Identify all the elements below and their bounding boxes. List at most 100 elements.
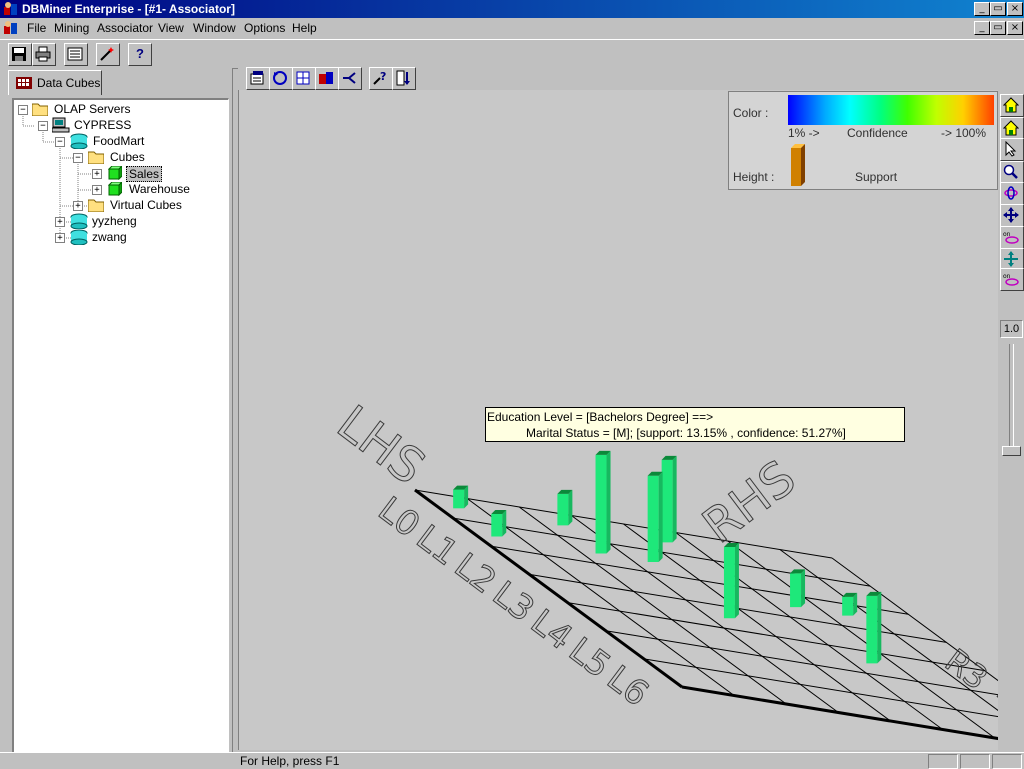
menu-help[interactable]: Help [292, 21, 317, 35]
properties-icon [67, 47, 83, 61]
menu-options[interactable]: Options [244, 21, 285, 35]
expand-toggle[interactable]: + [92, 185, 102, 195]
sort-button[interactable] [392, 67, 416, 90]
expand-toggle[interactable]: + [92, 169, 102, 179]
status-pane [928, 754, 958, 769]
expand-toggle[interactable]: + [55, 233, 65, 243]
bar-front-face [842, 596, 854, 616]
grid-button[interactable] [292, 67, 316, 90]
collapse-toggle[interactable]: − [18, 105, 28, 115]
support-bar-icon [791, 144, 805, 186]
close-button[interactable]: × [1007, 2, 1023, 16]
print-icon [35, 46, 51, 62]
bar-side-face [502, 509, 507, 537]
folder-icon [88, 199, 104, 212]
grid-icon [296, 71, 310, 85]
menu-mining[interactable]: Mining [54, 21, 89, 35]
rotate-xy-button[interactable] [1000, 182, 1024, 205]
folder-icon [88, 151, 104, 164]
legend-panel: Color : 1% -> Confidence -> 100% Height … [728, 91, 998, 190]
restore-button[interactable]: ▭ [990, 2, 1006, 16]
rotate-xy-icon [1004, 186, 1018, 200]
title-bar[interactable]: DBMiner Enterprise - [#1- Associator] _ … [0, 0, 1024, 18]
collapse-toggle[interactable]: − [55, 137, 65, 147]
home-alt-button[interactable] [1000, 117, 1024, 140]
bar-side-face [568, 489, 573, 526]
home-alt-icon [1003, 120, 1019, 136]
grid-line [681, 686, 1024, 744]
legend-height-label: Height : [733, 170, 775, 184]
cubes-button[interactable] [315, 67, 339, 90]
zoom-slider-thumb[interactable] [1002, 446, 1021, 456]
zoom-slider-track[interactable] [1009, 344, 1014, 452]
rule-tooltip: Education Level = [Bachelors Degree] ==>… [485, 407, 905, 442]
tab-label: Data Cubes [37, 76, 101, 90]
move-button[interactable] [1000, 204, 1024, 227]
bar-side-face [658, 471, 663, 562]
app-icon [4, 2, 17, 15]
print-button[interactable] [32, 43, 56, 66]
save-button[interactable] [8, 43, 32, 66]
bar-side-face [877, 591, 882, 664]
lhs-axis-label: LHS [327, 395, 435, 496]
grid-line [623, 523, 891, 722]
bar-front-face [557, 493, 569, 526]
bar-side-face [734, 543, 739, 619]
doc-minimize-button[interactable]: _ [974, 21, 990, 35]
branch-button[interactable] [338, 67, 362, 90]
menu-bar: File Mining Associator View Window Optio… [0, 18, 1024, 38]
view-toolbar: ? [238, 66, 1024, 91]
toggle-on-button[interactable]: on [1000, 226, 1024, 249]
legend-range-title: Confidence [847, 126, 908, 140]
main-toolbar: ? [0, 39, 1024, 69]
move-alt-icon [1004, 251, 1018, 267]
menu-window[interactable]: Window [193, 21, 236, 35]
status-pane [960, 754, 990, 769]
pointer-button[interactable] [1000, 138, 1024, 161]
status-pane [992, 754, 1022, 769]
save-icon [12, 47, 26, 61]
minimize-button[interactable]: _ [974, 2, 990, 16]
menu-file[interactable]: File [27, 21, 46, 35]
doc-restore-button[interactable]: ▭ [990, 21, 1006, 35]
right-toolbar: on on 1.0 [998, 90, 1024, 750]
expand-toggle[interactable]: + [73, 201, 83, 211]
bar-side-face [801, 569, 806, 608]
toggle-off-button[interactable]: on [1000, 268, 1024, 291]
database-icon [70, 229, 88, 245]
lhs-axis-line [414, 488, 683, 689]
help-button[interactable]: ? [128, 43, 152, 66]
document-icon[interactable] [3, 20, 19, 36]
toggle-on-icon: on [1003, 231, 1019, 244]
properties-button[interactable] [64, 43, 88, 66]
computer-icon [52, 117, 70, 133]
rhs-axis-label: RHS [693, 450, 807, 555]
query-button[interactable]: ? [369, 67, 393, 90]
properties-icon [250, 71, 264, 85]
menu-view[interactable]: View [158, 21, 184, 35]
menu-associator[interactable]: Associator [97, 21, 153, 35]
branch-icon [343, 72, 356, 84]
doc-close-button[interactable]: × [1007, 21, 1023, 35]
expand-toggle[interactable]: + [55, 217, 65, 227]
bar-front-face [647, 475, 659, 562]
rotate-button[interactable] [269, 67, 293, 90]
grid-line [727, 540, 996, 739]
wizard-button[interactable] [96, 43, 120, 66]
window-title: DBMiner Enterprise - [#1- Associator] [22, 2, 235, 16]
rhs-axis-line [681, 685, 1024, 745]
legend-color-label: Color : [733, 106, 769, 120]
home-button[interactable] [1000, 94, 1024, 117]
bar-front-face [790, 573, 802, 608]
zoom-button[interactable] [1000, 161, 1024, 184]
grid-line [675, 532, 943, 730]
rotate-icon [273, 71, 287, 85]
view-properties-button[interactable] [246, 67, 270, 90]
tab-data-cubes[interactable]: Data Cubes [8, 70, 102, 95]
collapse-toggle[interactable]: − [38, 121, 48, 131]
wand-icon [100, 47, 114, 61]
bar-side-face [853, 592, 858, 616]
tooltip-line-1: Education Level = [Bachelors Degree] ==> [487, 410, 714, 424]
collapse-toggle[interactable]: − [73, 153, 83, 163]
data-cubes-tree[interactable]: − OLAP Servers − CYPRESS − FoodMart − Cu… [12, 98, 229, 753]
